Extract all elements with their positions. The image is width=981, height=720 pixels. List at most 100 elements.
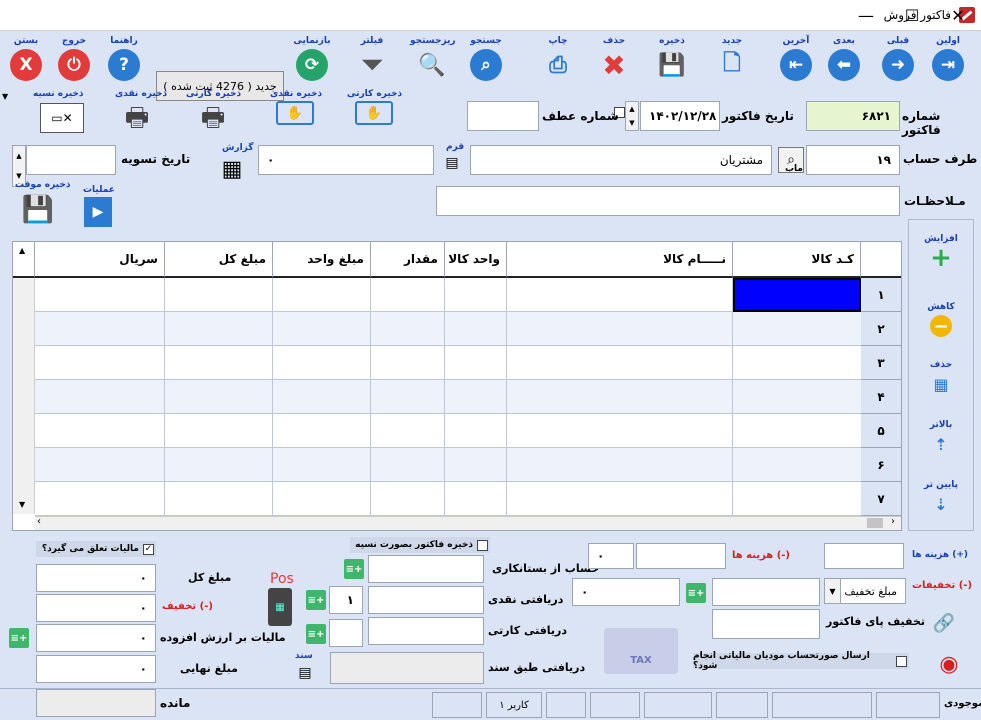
settlement-date-field[interactable] xyxy=(26,145,116,175)
chevron-down-icon[interactable]: ▼ xyxy=(825,579,841,603)
doc-button[interactable]: ▤ xyxy=(293,662,317,684)
card-received-field[interactable] xyxy=(368,617,484,645)
refresh-button[interactable]: بازنمایی ⟳ xyxy=(290,35,334,85)
close-button[interactable]: بستن X xyxy=(4,35,48,85)
doc-received-field[interactable] xyxy=(330,652,484,684)
ghr-button[interactable]: ▤ xyxy=(440,153,464,173)
search-button[interactable]: جستجو ⌕ xyxy=(464,35,508,85)
row-number[interactable]: ۵ xyxy=(861,414,901,448)
discount-amount-field[interactable] xyxy=(712,578,820,606)
credit-invoice-checkbox[interactable] xyxy=(477,539,488,551)
ref-number-field[interactable] xyxy=(467,101,539,131)
selected-cell[interactable] xyxy=(733,278,861,312)
maximize-button[interactable]: ☐ xyxy=(889,0,935,31)
collapse-arrow-icon[interactable]: ▼ xyxy=(2,92,12,101)
subsearch-button[interactable]: ریزجستجو 🔍 xyxy=(410,35,456,85)
cash-received-field[interactable] xyxy=(368,586,484,614)
cash-save-button-1[interactable]: ✋ xyxy=(276,101,314,125)
card-count-field[interactable] xyxy=(329,619,363,647)
discount-field[interactable]: ۰ xyxy=(36,594,156,622)
column-header-product-name[interactable]: نـــــام کالا xyxy=(507,242,733,278)
next-record-button[interactable]: بعدی ⬅ xyxy=(822,35,866,85)
table-row[interactable] xyxy=(35,380,861,414)
cash-count-field[interactable]: ۱ xyxy=(329,586,363,614)
minimize-button[interactable]: — xyxy=(843,0,889,31)
discount-type-select[interactable]: مبلغ تخفیف ▼ xyxy=(824,578,906,604)
account-code-field[interactable]: ۱۹ xyxy=(806,145,900,175)
row-number[interactable]: ۴ xyxy=(861,380,901,414)
add-vat-button[interactable]: ≡+ xyxy=(9,628,29,648)
delete-button[interactable]: حذف ✖ xyxy=(592,35,636,85)
decrease-row-button[interactable]: کاهش − xyxy=(909,302,973,362)
column-header-unit-price[interactable]: مبلغ واحد xyxy=(273,242,371,278)
credit-save-button[interactable]: ▭✕ xyxy=(40,103,84,133)
credit-invoice-row[interactable]: ذخیره فاکتور بصورت نسیه xyxy=(350,537,490,553)
delete-row-button[interactable]: حذف ▦ xyxy=(909,360,973,420)
row-number[interactable]: ۱ xyxy=(861,278,901,312)
scroll-thumb[interactable] xyxy=(867,518,883,528)
row-number[interactable]: ۲ xyxy=(861,312,901,346)
last-record-button[interactable]: آخرین ⇤ xyxy=(774,35,818,85)
costs-plus-field[interactable] xyxy=(824,543,904,569)
exit-button[interactable]: خروج ⏻ xyxy=(52,35,96,85)
vat-field[interactable]: ۰ xyxy=(36,624,156,652)
temp-save-button[interactable]: 💾 xyxy=(22,194,54,226)
account-amount-field[interactable]: ۰ xyxy=(258,145,434,175)
card-save-print-button[interactable]: 🖶 xyxy=(194,103,232,139)
first-record-button[interactable]: اولین ⇥ xyxy=(926,35,970,85)
card-save-button-1[interactable]: ✋ xyxy=(355,101,393,125)
cash-save-print-button[interactable]: 🖶 xyxy=(118,103,156,139)
column-header-serial[interactable]: سریال xyxy=(35,242,165,278)
scroll-left-icon[interactable]: ‹ xyxy=(37,516,41,527)
add-discount-button[interactable]: ≡+ xyxy=(686,583,706,603)
print-button[interactable]: چاپ ⎙ xyxy=(536,35,580,85)
table-row[interactable] xyxy=(35,448,861,482)
account-name-field[interactable]: مشتریان xyxy=(470,145,772,175)
taxpayer-send-row[interactable]: ارسال صورتحساب مودیان مالیاتی انجام شود؟ xyxy=(693,651,909,671)
add-cash-button[interactable]: ≡+ xyxy=(306,590,326,610)
row-number[interactable]: ۶ xyxy=(861,448,901,482)
discount-value-field[interactable]: ۰ xyxy=(572,578,680,606)
footer-discount-field[interactable] xyxy=(712,609,820,639)
column-header-product-code[interactable]: کـد کالا xyxy=(733,242,861,278)
filter-button[interactable]: فیلتر ⏷ xyxy=(350,35,394,85)
total-amount-field[interactable]: ۰ xyxy=(36,564,156,592)
move-down-button[interactable]: پایین تر ⇣ xyxy=(909,480,973,540)
table-row[interactable] xyxy=(35,346,861,380)
scroll-right-icon[interactable]: › xyxy=(891,516,895,527)
row-number[interactable]: ۳ xyxy=(861,346,901,380)
table-row[interactable] xyxy=(35,414,861,448)
operations-button[interactable]: ▶ xyxy=(84,197,112,227)
costs-minus-field[interactable] xyxy=(636,543,726,569)
view-button[interactable]: ◉ xyxy=(932,651,966,677)
prev-record-button[interactable]: قبلی ➜ xyxy=(876,35,920,85)
notes-field[interactable] xyxy=(436,186,900,216)
creditor-account-field[interactable] xyxy=(368,555,484,583)
help-button[interactable]: راهنما? xyxy=(102,35,146,85)
table-row[interactable] xyxy=(35,482,861,516)
increase-row-button[interactable]: افزایش + xyxy=(909,234,973,294)
tax-applicable-checkbox[interactable]: ✓ xyxy=(143,543,154,555)
save-button[interactable]: ذخیره 💾 xyxy=(650,35,694,85)
column-header-unit[interactable]: واحد کالا xyxy=(445,242,507,278)
pos-button[interactable]: ▦ xyxy=(268,588,292,626)
date-spinner[interactable]: ▲ ▼ xyxy=(625,101,639,131)
new-button[interactable]: جدید 🗋 xyxy=(710,35,754,85)
add-card-button[interactable]: ≡+ xyxy=(306,624,326,644)
table-row[interactable] xyxy=(35,278,861,312)
table-row[interactable] xyxy=(35,312,861,346)
tax-applicable-row[interactable]: مالیات تعلق می گیرد؟ ✓ xyxy=(36,541,156,557)
invoice-number-field[interactable]: ۶۸۲۱ xyxy=(806,101,900,131)
move-up-button[interactable]: بالاتر ⇡ xyxy=(909,420,973,480)
link-button[interactable]: 🔗 xyxy=(932,611,956,635)
close-window-button[interactable]: ✕ xyxy=(935,0,981,31)
report-button[interactable]: ▦ xyxy=(218,155,246,183)
scroll-down-icon[interactable]: ▼ xyxy=(19,500,25,509)
taxpayer-send-checkbox[interactable] xyxy=(896,655,907,667)
scroll-up-icon[interactable]: ▲ xyxy=(19,246,25,255)
costs-minus-small-field[interactable]: ۰ xyxy=(588,543,634,569)
vertical-scrollbar[interactable] xyxy=(13,278,35,514)
column-header-quantity[interactable]: مقدار xyxy=(371,242,445,278)
row-number[interactable]: ۷ xyxy=(861,482,901,516)
column-header-total[interactable]: مبلغ کل xyxy=(165,242,273,278)
